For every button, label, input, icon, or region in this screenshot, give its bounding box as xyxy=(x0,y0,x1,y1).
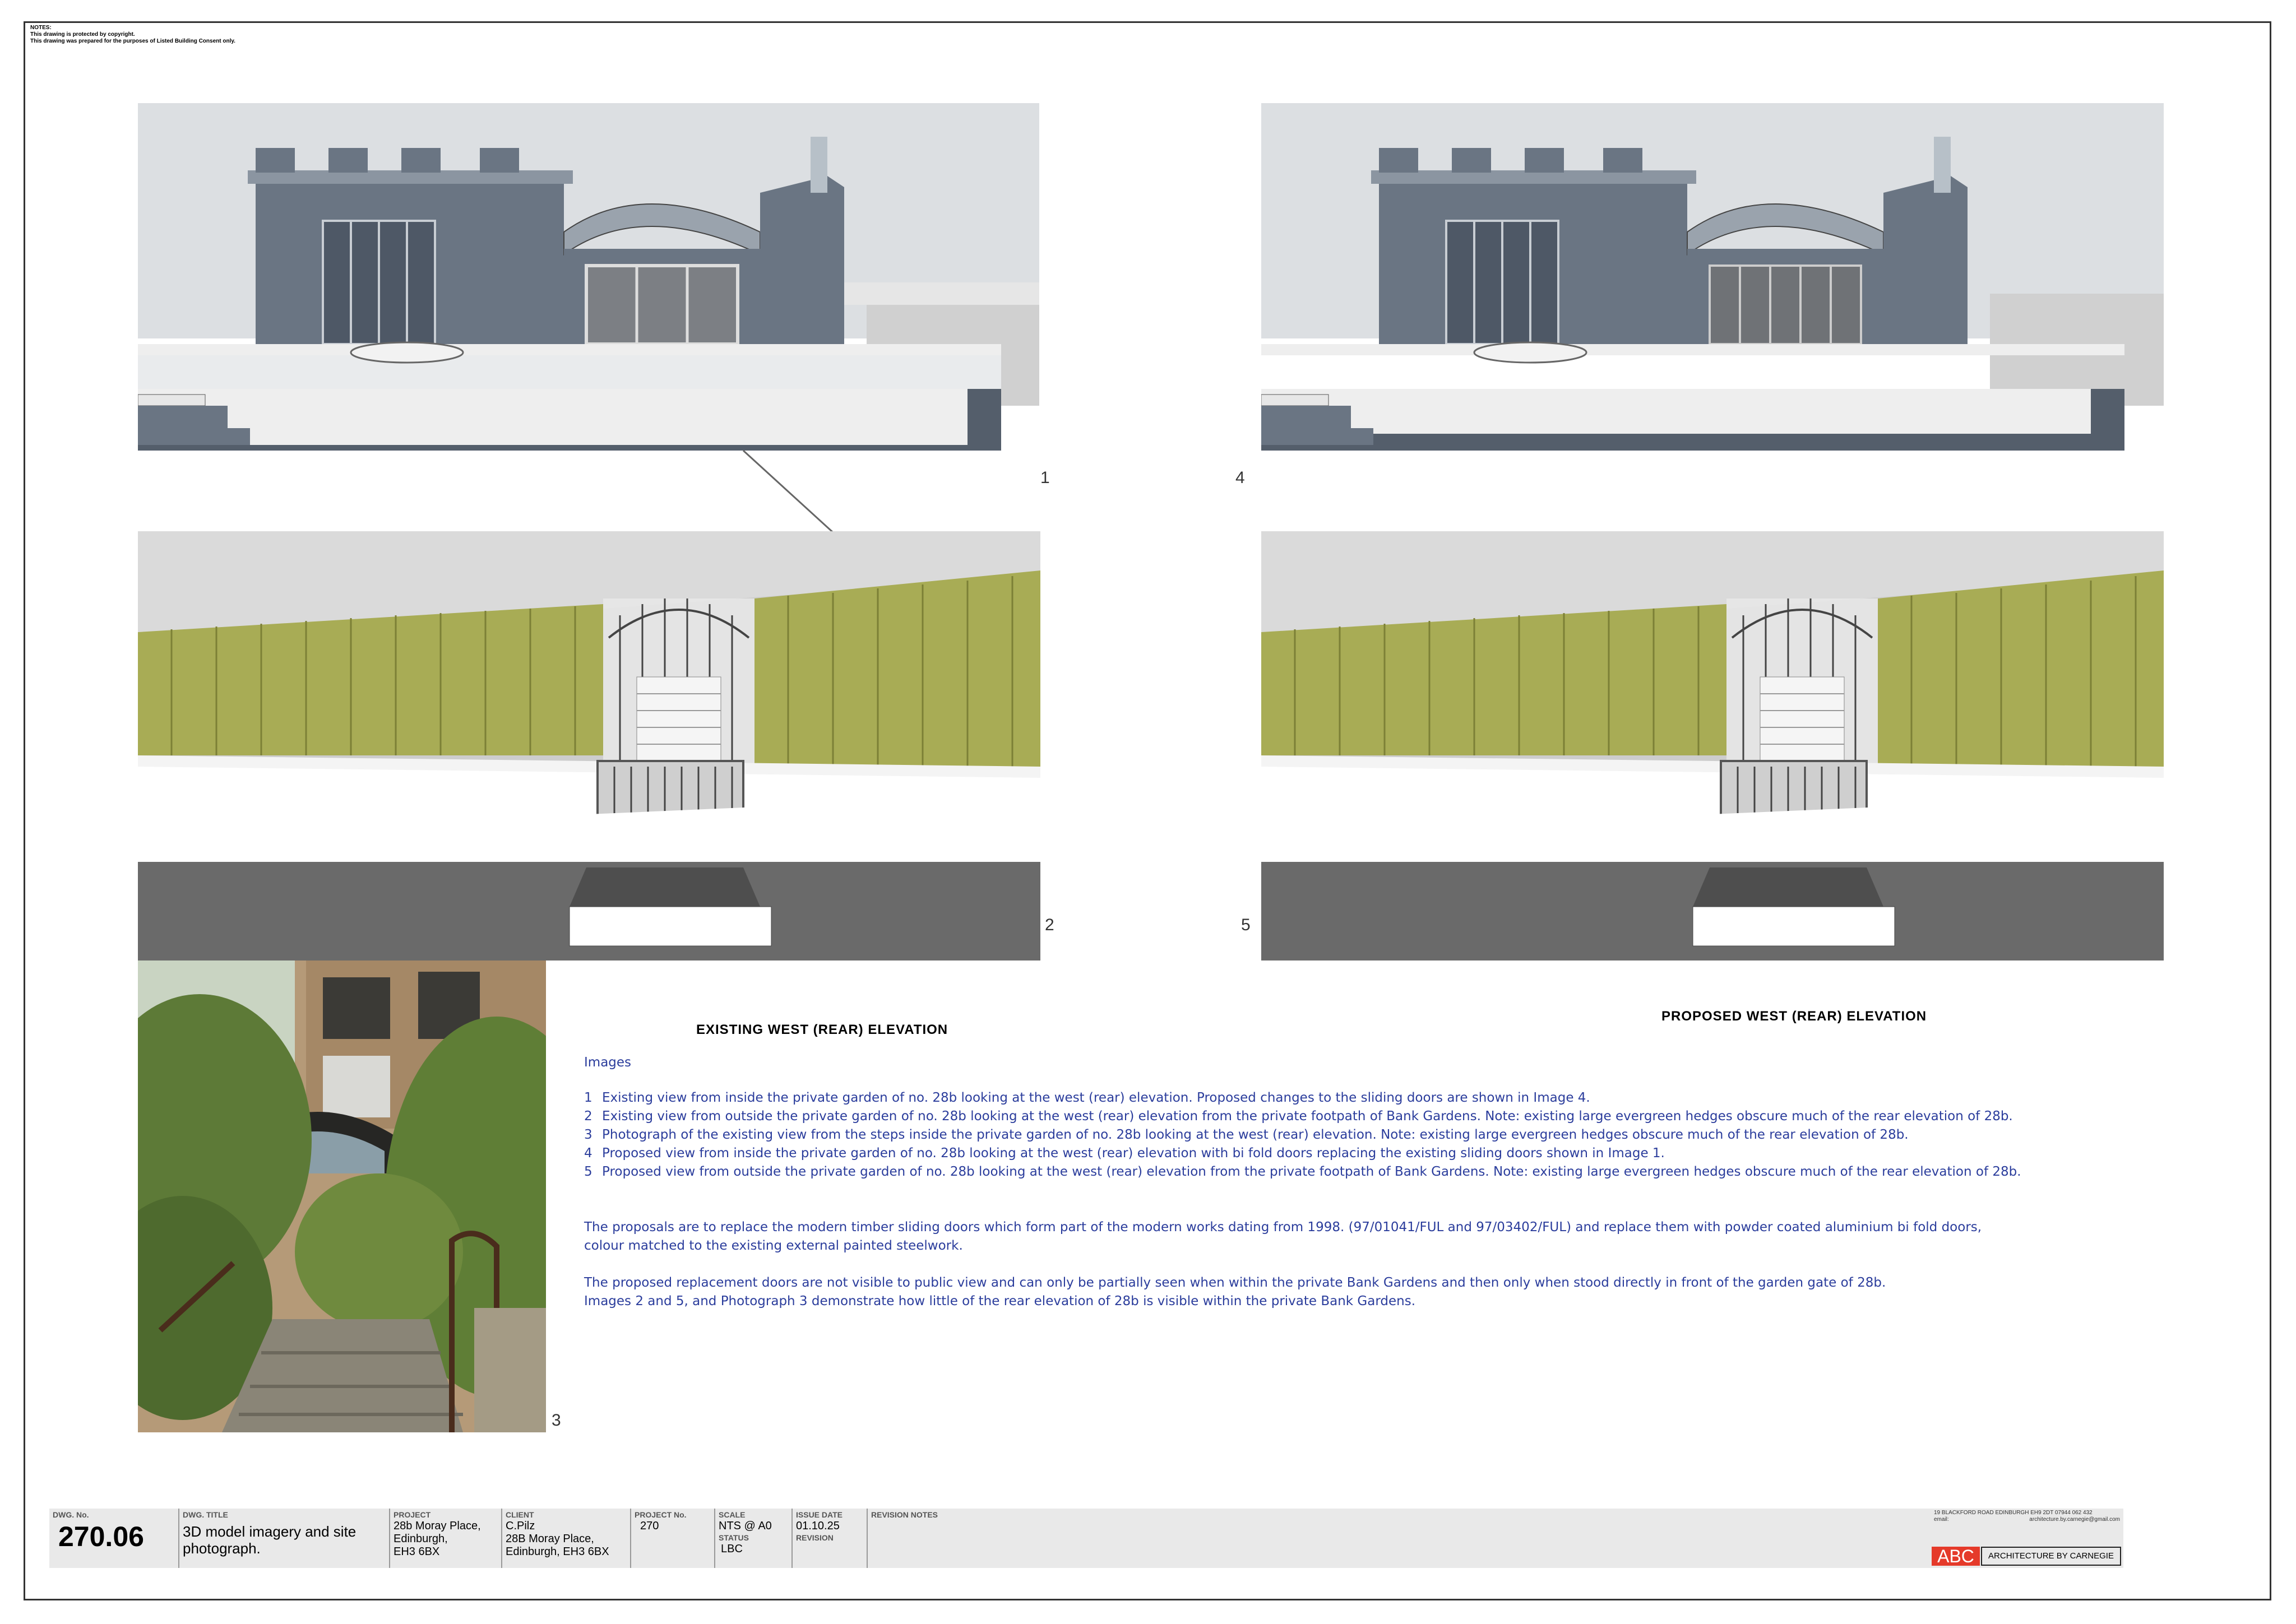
dwg-title-label: DWG. TITLE xyxy=(183,1510,228,1519)
project-no-label: PROJECT No. xyxy=(635,1510,687,1519)
image-5-proposed-bank-gardens-view xyxy=(1261,531,2164,961)
image-number-4: 4 xyxy=(1235,468,1245,487)
caption-item: 1 Existing view from inside the private g… xyxy=(584,1091,1590,1105)
project-line-2: Edinburgh, xyxy=(394,1533,448,1545)
client-line-2: 28B Moray Place, xyxy=(506,1533,594,1545)
dwg-title-line-1: 3D model imagery and site xyxy=(183,1523,357,1540)
firm-address-box: 19 BLACKFORD ROAD EDINBURGH EH9 2DT 0794… xyxy=(1932,1509,2122,1525)
image-2-existing-bank-gardens-view xyxy=(138,531,1040,961)
project-no-cell: PROJECT No. 270 xyxy=(631,1509,715,1568)
notes-block: NOTES: This drawing is protected by copy… xyxy=(30,25,235,45)
firm-email-label: email: xyxy=(1934,1516,1949,1523)
visibility-line-2: Images 2 and 5, and Photograph 3 demonst… xyxy=(584,1294,1416,1309)
caption-item: 3 Photograph of the existing view from th… xyxy=(584,1127,1909,1142)
notes-line-copyright: This drawing is protected by copyright. xyxy=(30,31,135,38)
image-3-site-photograph xyxy=(138,961,546,1432)
proposed-elevation-title: PROPOSED WEST (REAR) ELEVATION xyxy=(1661,1009,1927,1024)
client-line-3: Edinburgh, EH3 6BX xyxy=(506,1546,609,1558)
client-cell: CLIENT C.Pilz 28B Moray Place, Edinburgh… xyxy=(502,1509,631,1568)
client-line-1: C.Pilz xyxy=(506,1520,535,1532)
scale-status-cell: SCALE NTS @ A0 STATUS LBC xyxy=(715,1509,793,1568)
revision-label: REVISION xyxy=(796,1533,834,1542)
proposal-paragraph: The proposals are to replace the modern … xyxy=(584,1218,2021,1255)
abc-logo: ABC xyxy=(1932,1547,1980,1566)
status-label: STATUS xyxy=(719,1533,749,1542)
existing-elevation-title: EXISTING WEST (REAR) ELEVATION xyxy=(696,1022,948,1037)
scale-label: SCALE xyxy=(719,1510,746,1519)
image-4-proposed-garden-view xyxy=(1261,103,2164,451)
firm-block: 19 BLACKFORD ROAD EDINBURGH EH9 2DT 0794… xyxy=(1932,1509,2128,1568)
client-label: CLIENT xyxy=(506,1510,534,1519)
project-line-3: EH3 6BX xyxy=(394,1546,440,1558)
image-number-3: 3 xyxy=(552,1411,561,1430)
revision-notes-label: REVISION NOTES xyxy=(871,1510,938,1519)
title-block: DWG. No. 270.06 DWG. TITLE 3D model imag… xyxy=(49,1509,2123,1568)
caption-item: 4 Proposed view from inside the private g… xyxy=(584,1146,1665,1161)
firm-email: architecture.by.carnegie@gmail.com xyxy=(2029,1516,2120,1523)
images-heading: Images xyxy=(584,1055,632,1070)
issue-date-label: ISSUE DATE xyxy=(796,1510,843,1519)
images-description: Images 1 Existing view from inside the pr… xyxy=(584,1054,2021,1311)
image-captions-list: 1 Existing view from inside the private g… xyxy=(584,1089,2021,1181)
status-value: LBC xyxy=(721,1543,743,1555)
dwg-no-cell: DWG. No. 270.06 xyxy=(49,1509,179,1568)
dwg-no-value: 270.06 xyxy=(58,1521,144,1552)
notes-line-purpose: This drawing was prepared for the purpos… xyxy=(30,38,235,44)
revision-notes-cell: REVISION NOTES xyxy=(868,1509,1955,1568)
image-number-1: 1 xyxy=(1040,468,1050,487)
issue-date-cell: ISSUE DATE 01.10.25 REVISION xyxy=(793,1509,868,1568)
visibility-paragraph: The proposed replacement doors are not v… xyxy=(584,1274,2021,1311)
dwg-no-label: DWG. No. xyxy=(53,1510,89,1519)
dwg-title-cell: DWG. TITLE 3D model imagery and site pho… xyxy=(179,1509,390,1568)
scale-value: NTS @ A0 xyxy=(719,1520,772,1532)
notes-heading: NOTES: xyxy=(30,25,52,31)
image-number-5: 5 xyxy=(1241,916,1251,934)
proposal-line-2: colour matched to the existing external … xyxy=(584,1238,963,1253)
project-no-value: 270 xyxy=(640,1520,659,1532)
visibility-line-1: The proposed replacement doors are not v… xyxy=(584,1275,1886,1290)
project-cell: PROJECT 28b Moray Place, Edinburgh, EH3 … xyxy=(390,1509,502,1568)
caption-item: 2 Existing view from outside the private … xyxy=(584,1109,2013,1124)
image-1-existing-garden-view xyxy=(138,103,1039,532)
proposal-line-1: The proposals are to replace the modern … xyxy=(584,1220,1982,1235)
issue-date-value: 01.10.25 xyxy=(796,1520,840,1532)
image-number-2: 2 xyxy=(1045,916,1054,934)
dwg-title-line-2: photograph. xyxy=(183,1540,261,1557)
caption-item: 5 Proposed view from outside the private … xyxy=(584,1164,2021,1179)
project-label: PROJECT xyxy=(394,1510,431,1519)
project-line-1: 28b Moray Place, xyxy=(394,1520,481,1532)
firm-name: ARCHITECTURE BY CARNEGIE xyxy=(1981,1547,2121,1566)
firm-email-line: email: architecture.by.carnegie@gmail.co… xyxy=(1934,1516,2120,1523)
firm-address: 19 BLACKFORD ROAD EDINBURGH EH9 2DT 0794… xyxy=(1934,1510,2093,1516)
